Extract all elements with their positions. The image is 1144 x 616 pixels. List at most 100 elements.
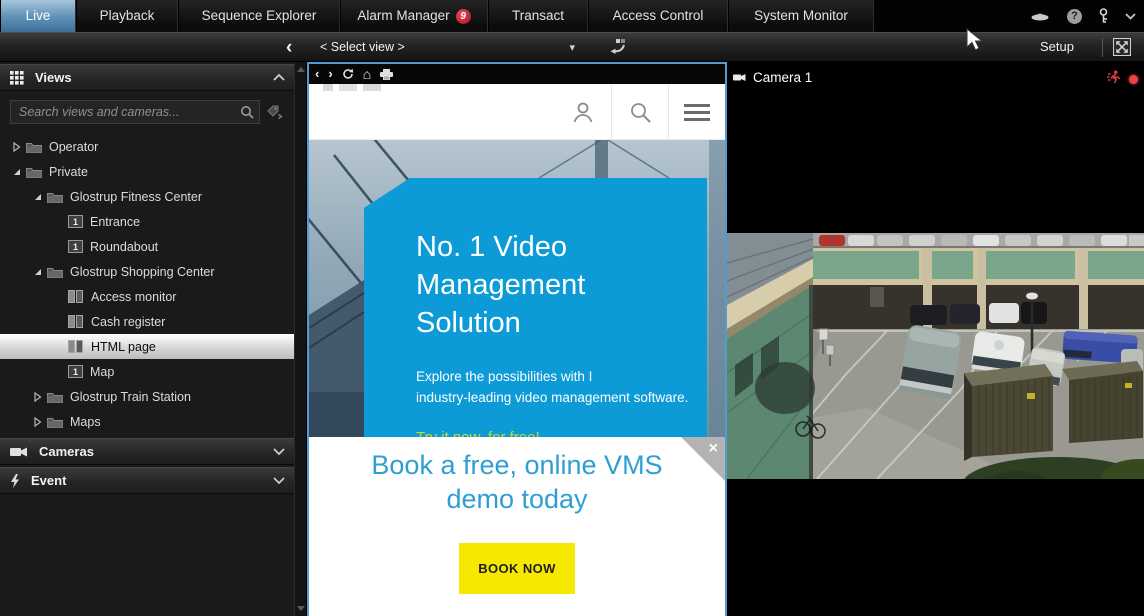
hero-text-line1: Explore the possibilities with I bbox=[416, 366, 707, 387]
setup-button[interactable]: Setup bbox=[1040, 33, 1074, 61]
tree-item-cash-register[interactable]: Cash register bbox=[0, 309, 295, 334]
folded-corner bbox=[681, 437, 725, 481]
tab-system-monitor[interactable]: System Monitor bbox=[728, 0, 874, 32]
views-tree: Operator Private Glostrup Fitness Center… bbox=[0, 134, 295, 434]
hamburger-menu-icon[interactable] bbox=[669, 84, 725, 140]
search-icon bbox=[240, 105, 254, 124]
views-grid-icon bbox=[10, 71, 24, 85]
folder-icon bbox=[47, 416, 63, 428]
try-free-link[interactable]: Try it now, for free! bbox=[416, 429, 707, 437]
website-header bbox=[309, 84, 725, 140]
chevron-down-icon[interactable] bbox=[273, 477, 285, 484]
view-selector-dropdown[interactable]: < Select view > ▾ bbox=[320, 33, 575, 61]
webview-nav-toolbar: ‹ › ⌂ bbox=[309, 64, 725, 84]
tree-item-glostrup-shopping-center[interactable]: Glostrup Shopping Center bbox=[0, 259, 295, 284]
event-panel-header[interactable]: Event bbox=[0, 467, 295, 494]
tab-alarm-manager[interactable]: Alarm Manager 9 bbox=[340, 0, 488, 32]
folder-icon bbox=[26, 141, 42, 153]
tab-transact[interactable]: Transact bbox=[488, 0, 588, 32]
multi-view-icon bbox=[68, 340, 84, 353]
view-shortcut-icon[interactable] bbox=[608, 39, 628, 61]
folder-icon bbox=[26, 166, 42, 178]
camera-icon bbox=[10, 446, 28, 458]
hero-section: No. 1 Video Management Solution Explore … bbox=[309, 140, 725, 437]
expand-expanded-icon[interactable] bbox=[33, 267, 47, 277]
hero-heading: No. 1 Video Management Solution bbox=[416, 228, 631, 342]
lightning-bolt-icon bbox=[10, 474, 20, 488]
site-search-icon[interactable] bbox=[612, 84, 668, 140]
tree-item-glostrup-fitness-center[interactable]: Glostrup Fitness Center bbox=[0, 184, 295, 209]
popup-title-line2: demo today bbox=[309, 482, 725, 516]
alarm-count-badge: 9 bbox=[456, 9, 471, 24]
sidebar-scrollbar[interactable] bbox=[294, 62, 306, 616]
expand-collapsed-icon[interactable] bbox=[33, 417, 47, 427]
hero-text-line2: industry-leading video management softwa… bbox=[416, 387, 707, 408]
tab-playback[interactable]: Playback bbox=[76, 0, 178, 32]
tree-item-maps[interactable]: Maps bbox=[0, 409, 295, 434]
views-panel-header[interactable]: Views bbox=[0, 64, 295, 91]
cameras-panel-header[interactable]: Cameras bbox=[0, 438, 295, 465]
panes-collapse-icon[interactable]: ‹ bbox=[286, 36, 292, 60]
camera-title: Camera 1 bbox=[753, 70, 812, 85]
tree-item-html-page[interactable]: HTML page bbox=[0, 334, 295, 359]
tree-item-private[interactable]: Private bbox=[0, 159, 295, 184]
multi-view-icon bbox=[68, 290, 84, 303]
folder-icon bbox=[47, 191, 63, 203]
camera-video-frame bbox=[727, 233, 1144, 479]
sidebar: Views O bbox=[0, 62, 307, 616]
browser-refresh-icon[interactable] bbox=[342, 68, 354, 80]
demo-popup: Book a free, online VMS demo today BOOK … bbox=[309, 437, 725, 616]
browser-forward-icon[interactable]: › bbox=[328, 65, 332, 83]
tag-filter-icon[interactable] bbox=[267, 105, 284, 120]
tab-live[interactable]: Live bbox=[0, 0, 76, 32]
folder-icon bbox=[47, 391, 63, 403]
chevron-down-icon[interactable] bbox=[1125, 13, 1136, 20]
fullscreen-toggle-icon[interactable] bbox=[1113, 38, 1131, 61]
tab-access-control[interactable]: Access Control bbox=[588, 0, 728, 32]
expand-expanded-icon[interactable] bbox=[33, 192, 47, 202]
expand-collapsed-icon[interactable] bbox=[33, 392, 47, 402]
camera-icon bbox=[733, 70, 746, 85]
expand-expanded-icon[interactable] bbox=[12, 167, 26, 177]
tab-sequence-explorer[interactable]: Sequence Explorer bbox=[178, 0, 340, 32]
browser-back-icon[interactable]: ‹ bbox=[315, 65, 319, 83]
close-icon[interactable]: × bbox=[709, 440, 718, 458]
popup-title-line1: Book a free, online VMS bbox=[309, 448, 725, 482]
chevron-down-icon[interactable] bbox=[273, 448, 285, 455]
tree-item-glostrup-train-station[interactable]: Glostrup Train Station bbox=[0, 384, 295, 409]
scroll-up-arrow[interactable] bbox=[297, 67, 305, 72]
dropdown-caret-icon: ▾ bbox=[569, 41, 575, 54]
account-person-icon[interactable] bbox=[555, 84, 611, 140]
smart-client-window: Live Playback Sequence Explorer Alarm Ma… bbox=[0, 0, 1144, 616]
camera-1-view-tile[interactable]: Camera 1 bbox=[727, 62, 1144, 616]
hero-banner: No. 1 Video Management Solution Explore … bbox=[364, 178, 707, 437]
help-icon[interactable]: ? bbox=[1067, 9, 1082, 24]
browser-print-icon[interactable] bbox=[380, 69, 393, 80]
chevron-up-icon[interactable] bbox=[273, 74, 285, 81]
scroll-down-arrow[interactable] bbox=[297, 606, 305, 611]
book-now-button[interactable]: BOOK NOW bbox=[459, 543, 575, 594]
tree-item-map[interactable]: 1 Map bbox=[0, 359, 295, 384]
tree-item-entrance[interactable]: 1 Entrance bbox=[0, 209, 295, 234]
html-page-view-tile[interactable]: ‹ › ⌂ bbox=[307, 62, 727, 616]
event-panel-title: Event bbox=[31, 473, 273, 488]
single-view-icon: 1 bbox=[68, 365, 83, 378]
motion-indicator-icon bbox=[1107, 70, 1122, 89]
search-input[interactable] bbox=[10, 100, 260, 124]
tree-item-access-monitor[interactable]: Access monitor bbox=[0, 284, 295, 309]
multi-view-icon bbox=[68, 315, 84, 328]
folder-icon bbox=[47, 266, 63, 278]
mouse-cursor bbox=[966, 28, 988, 54]
cameras-panel-title: Cameras bbox=[39, 444, 273, 459]
browser-home-icon[interactable]: ⌂ bbox=[363, 65, 371, 83]
views-panel-title: Views bbox=[35, 70, 273, 85]
recording-indicator-dot bbox=[1129, 75, 1138, 84]
single-view-icon: 1 bbox=[68, 215, 83, 228]
toolbar-divider bbox=[1102, 38, 1103, 57]
expand-collapsed-icon[interactable] bbox=[12, 142, 26, 152]
tree-item-roundabout[interactable]: 1 Roundabout bbox=[0, 234, 295, 259]
single-view-icon: 1 bbox=[68, 240, 83, 253]
status-icon[interactable] bbox=[1030, 10, 1050, 22]
key-login-icon[interactable] bbox=[1099, 8, 1108, 24]
tree-item-operator[interactable]: Operator bbox=[0, 134, 295, 159]
